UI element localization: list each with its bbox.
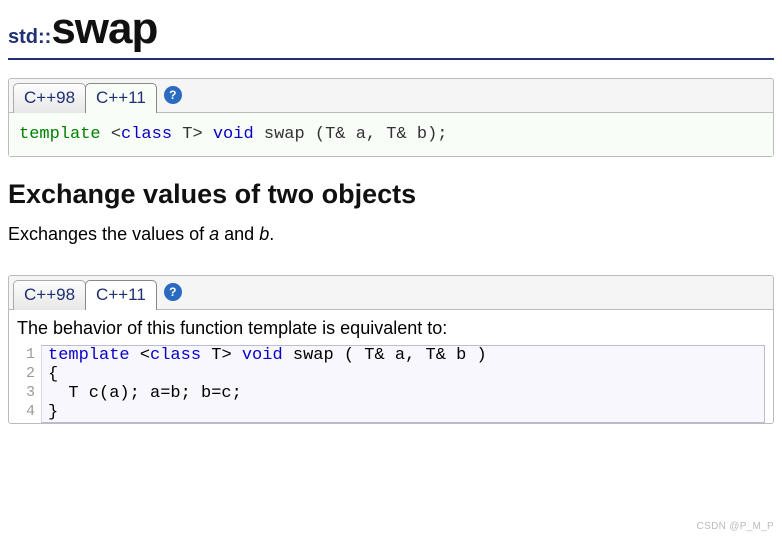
code-token: < xyxy=(101,125,121,144)
description-paragraph: Exchanges the values of a and b. xyxy=(8,224,774,245)
code-token: < xyxy=(130,346,150,365)
code-token: swap ( T& a, T& b ) xyxy=(283,346,487,365)
desc-suffix: . xyxy=(269,224,274,244)
help-icon[interactable]: ? xyxy=(164,86,182,104)
code-line: 3 T c(a); a=b; b=c; xyxy=(42,384,764,403)
line-number: 3 xyxy=(18,384,42,403)
help-icon[interactable]: ? xyxy=(164,283,182,301)
watermark: CSDN @P_M_P xyxy=(697,521,774,532)
code-text: { xyxy=(42,365,64,384)
desc-b: b xyxy=(259,224,269,244)
code-token: T c(a); a=b; b=c; xyxy=(48,384,242,403)
code-text: T c(a); a=b; b=c; xyxy=(42,384,248,403)
tab-cpp98[interactable]: C++98 xyxy=(13,83,86,113)
code-line: 2{ xyxy=(42,365,764,384)
code-token: T> xyxy=(201,346,242,365)
line-number: 4 xyxy=(18,403,42,422)
code-token: void xyxy=(213,125,254,144)
code-line: 4} xyxy=(42,403,764,422)
code-text: template <class T> void swap ( T& a, T& … xyxy=(42,346,493,365)
desc-prefix: Exchanges the values of xyxy=(8,224,209,244)
code-token: class xyxy=(121,125,172,144)
code-token: void xyxy=(242,346,283,365)
behavior-intro: The behavior of this function template i… xyxy=(17,318,765,339)
code-line: 1template <class T> void swap ( T& a, T&… xyxy=(42,346,764,365)
code-token: T> xyxy=(172,125,213,144)
code-token: template xyxy=(19,125,101,144)
tab-strip: C++98 C++11 ? xyxy=(9,276,773,310)
code-token: template xyxy=(48,346,130,365)
title-name: swap xyxy=(51,4,157,53)
page-title-row: std::swap xyxy=(8,4,774,60)
line-number: 2 xyxy=(18,365,42,384)
declaration-block: C++98 C++11 ? template <class T> void sw… xyxy=(8,78,774,157)
code-token: } xyxy=(48,403,58,422)
declaration-code: template <class T> void swap (T& a, T& b… xyxy=(9,113,773,156)
behavior-block: C++98 C++11 ? The behavior of this funct… xyxy=(8,275,774,424)
title-namespace: std:: xyxy=(8,26,51,48)
code-token: swap (T& a, T& b); xyxy=(254,125,448,144)
line-number: 1 xyxy=(18,346,42,365)
equivalent-code-block: 1template <class T> void swap ( T& a, T&… xyxy=(41,345,765,423)
code-token: class xyxy=(150,346,201,365)
code-token: { xyxy=(48,365,58,384)
tab-cpp11[interactable]: C++11 xyxy=(85,280,157,310)
tab-strip: C++98 C++11 ? xyxy=(9,79,773,113)
desc-a: a xyxy=(209,224,219,244)
behavior-body: The behavior of this function template i… xyxy=(9,310,773,423)
section-heading: Exchange values of two objects xyxy=(8,179,774,210)
tab-cpp11[interactable]: C++11 xyxy=(85,83,157,113)
desc-mid: and xyxy=(219,224,259,244)
code-text: } xyxy=(42,403,64,422)
tab-cpp98[interactable]: C++98 xyxy=(13,280,86,310)
